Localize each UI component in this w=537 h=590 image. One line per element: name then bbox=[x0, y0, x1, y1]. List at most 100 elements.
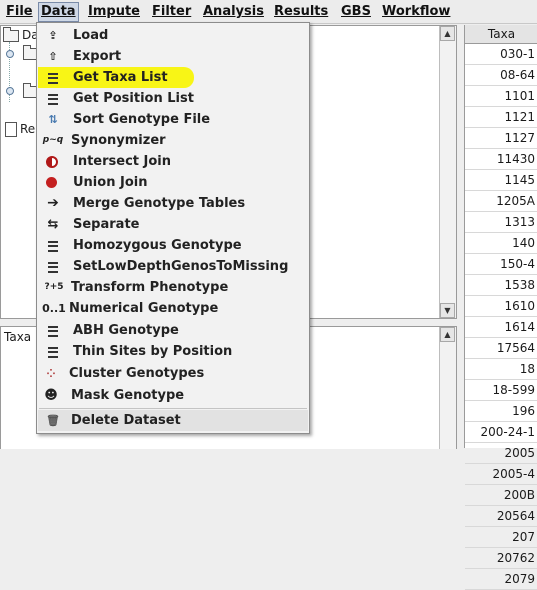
taxa-table-cell[interactable]: 207 bbox=[465, 527, 537, 548]
taxa-table-cell[interactable]: 200B bbox=[465, 485, 537, 506]
list-icon bbox=[48, 347, 58, 358]
menu-item-homozygous-genotype[interactable]: Homozygous Genotype bbox=[38, 235, 308, 256]
taxa-table-cell[interactable]: 140 bbox=[465, 233, 537, 254]
taxa-panel-title: Taxa bbox=[4, 330, 32, 344]
taxa-table-cell[interactable]: 1121 bbox=[465, 107, 537, 128]
list-icon bbox=[48, 94, 58, 105]
menu-item-abh-genotype[interactable]: ABH Genotype bbox=[38, 320, 308, 341]
menu-item-label: Thin Sites by Position bbox=[73, 344, 233, 359]
taxa-table-cell[interactable]: 150-4 bbox=[465, 254, 537, 275]
menu-file[interactable]: File bbox=[4, 3, 35, 21]
tree-expand-handle[interactable] bbox=[6, 87, 14, 95]
menu-results[interactable]: Results bbox=[272, 3, 330, 21]
sort-icon: ⇅ bbox=[48, 113, 58, 126]
menu-item-separate[interactable]: ⇆ Separate bbox=[38, 214, 308, 235]
synonym-icon: p~q bbox=[42, 135, 64, 145]
taxa-table-cell[interactable]: 1101 bbox=[465, 86, 537, 107]
list-icon bbox=[48, 73, 58, 84]
taxa-table-cell[interactable]: 2005-4 bbox=[465, 464, 537, 485]
taxa-table: Taxa 030-1 08-64 1101 1121 1127 11430 1145 1205… bbox=[464, 25, 537, 590]
numeric-icon: 0..1 bbox=[42, 302, 66, 315]
menu-bar: File Data Impute Filter Analysis Results… bbox=[0, 0, 537, 24]
menu-item-mask-genotype[interactable]: ☻ Mask Genotype bbox=[38, 385, 308, 406]
menu-analysis[interactable]: Analysis bbox=[201, 3, 266, 21]
taxa-table-cell[interactable]: 17564 bbox=[465, 338, 537, 359]
menu-item-merge-genotype-tables[interactable]: ➔ Merge Genotype Tables bbox=[38, 193, 308, 214]
menu-item-delete-dataset[interactable]: 🗑 Delete Dataset bbox=[38, 410, 308, 431]
menu-item-load[interactable]: ⇪ Load bbox=[38, 25, 308, 46]
taxa-table-cell[interactable]: 1127 bbox=[465, 128, 537, 149]
menu-impute-label: Impute bbox=[88, 4, 140, 19]
taxa-column-header[interactable]: Taxa bbox=[465, 25, 537, 44]
taxa-table-cell[interactable]: 1205A bbox=[465, 191, 537, 212]
menu-item-get-position-list[interactable]: Get Position List bbox=[38, 88, 308, 109]
menu-gbs[interactable]: GBS bbox=[339, 3, 373, 21]
bottom-scrollbar[interactable]: ▲ bbox=[439, 327, 456, 449]
cluster-icon: ⁘ bbox=[46, 367, 56, 380]
menu-item-setlowdepth[interactable]: SetLowDepthGenosToMissing bbox=[38, 256, 308, 277]
folder-icon bbox=[3, 26, 19, 42]
menu-item-cluster-genotypes[interactable]: ⁘ Cluster Genotypes bbox=[38, 363, 308, 384]
menu-item-label: Load bbox=[73, 28, 109, 43]
menu-workflow-label: Workflow bbox=[382, 4, 451, 19]
taxa-table-cell[interactable]: 200-24-1 bbox=[465, 422, 537, 443]
menu-item-sort-genotype-file[interactable]: ⇅ Sort Genotype File bbox=[38, 109, 308, 130]
menu-item-thin-sites[interactable]: Thin Sites by Position bbox=[38, 341, 308, 362]
tree-scrollbar[interactable]: ▲ ▼ bbox=[439, 26, 456, 318]
taxa-table-cell[interactable]: 030-1 bbox=[465, 44, 537, 65]
menu-item-union-join[interactable]: Union Join bbox=[38, 172, 308, 193]
document-icon bbox=[5, 122, 17, 137]
list-icon bbox=[48, 241, 58, 252]
menu-impute[interactable]: Impute bbox=[86, 3, 142, 21]
mask-icon: ☻ bbox=[44, 388, 58, 403]
tree-expand-handle[interactable] bbox=[6, 50, 14, 58]
taxa-table-cell[interactable]: 1313 bbox=[465, 212, 537, 233]
taxa-table-cell[interactable]: 18 bbox=[465, 359, 537, 380]
menu-item-label: Union Join bbox=[73, 175, 148, 190]
menu-data[interactable]: Data bbox=[38, 2, 79, 22]
export-icon: ⇧ bbox=[48, 50, 58, 63]
menu-gbs-label: GBS bbox=[341, 4, 371, 19]
menu-item-label: Numerical Genotype bbox=[69, 301, 219, 316]
taxa-table-cell[interactable]: 2005 bbox=[465, 443, 537, 464]
menu-item-label: Delete Dataset bbox=[71, 413, 181, 428]
taxa-table-cell[interactable]: 1610 bbox=[465, 296, 537, 317]
intersect-icon bbox=[46, 156, 58, 168]
taxa-table-cell[interactable]: 1614 bbox=[465, 317, 537, 338]
scroll-up-icon[interactable]: ▲ bbox=[440, 327, 455, 342]
scroll-up-icon[interactable]: ▲ bbox=[440, 26, 455, 41]
menu-item-get-taxa-list[interactable]: Get Taxa List bbox=[38, 67, 308, 88]
tree-node-results[interactable]: Re bbox=[5, 122, 35, 137]
scroll-down-icon[interactable]: ▼ bbox=[440, 303, 455, 318]
menu-item-export[interactable]: ⇧ Export bbox=[38, 46, 308, 67]
tree-node-data[interactable]: Da bbox=[3, 26, 39, 42]
menu-item-label: Mask Genotype bbox=[71, 388, 185, 403]
taxa-table-cell[interactable]: 11430 bbox=[465, 149, 537, 170]
menu-results-label: Results bbox=[274, 4, 329, 19]
taxa-table-cell[interactable]: 1538 bbox=[465, 275, 537, 296]
menu-filter[interactable]: Filter bbox=[150, 3, 193, 21]
list-icon bbox=[48, 326, 58, 337]
menu-filter-label: Filter bbox=[152, 4, 192, 19]
taxa-table-cell[interactable]: 18-599 bbox=[465, 380, 537, 401]
taxa-table-cell[interactable]: 20564 bbox=[465, 506, 537, 527]
menu-item-transform-phenotype[interactable]: ?+5 Transform Phenotype bbox=[38, 277, 308, 298]
menu-separator bbox=[39, 408, 307, 409]
folder-upload-icon: ⇪ bbox=[48, 29, 58, 42]
taxa-table-cell[interactable]: 08-64 bbox=[465, 65, 537, 86]
menu-item-label: Separate bbox=[73, 217, 140, 232]
menu-item-label: SetLowDepthGenosToMissing bbox=[73, 259, 289, 274]
menu-item-synonymizer[interactable]: p~q Synonymizer bbox=[38, 130, 308, 151]
transform-icon: ?+5 bbox=[44, 282, 64, 292]
menu-item-label: Intersect Join bbox=[73, 154, 172, 169]
menu-item-numerical-genotype[interactable]: 0..1 Numerical Genotype bbox=[38, 298, 308, 319]
menu-analysis-label: Analysis bbox=[203, 4, 264, 19]
taxa-table-cell[interactable]: 2079 bbox=[465, 569, 537, 590]
taxa-table-cell[interactable]: 196 bbox=[465, 401, 537, 422]
menu-item-intersect-join[interactable]: Intersect Join bbox=[38, 151, 308, 172]
menu-workflow[interactable]: Workflow bbox=[380, 3, 452, 21]
menu-data-label: Data bbox=[41, 4, 76, 19]
trash-icon: 🗑 bbox=[46, 414, 60, 427]
taxa-table-cell[interactable]: 20762 bbox=[465, 548, 537, 569]
taxa-table-cell[interactable]: 1145 bbox=[465, 170, 537, 191]
